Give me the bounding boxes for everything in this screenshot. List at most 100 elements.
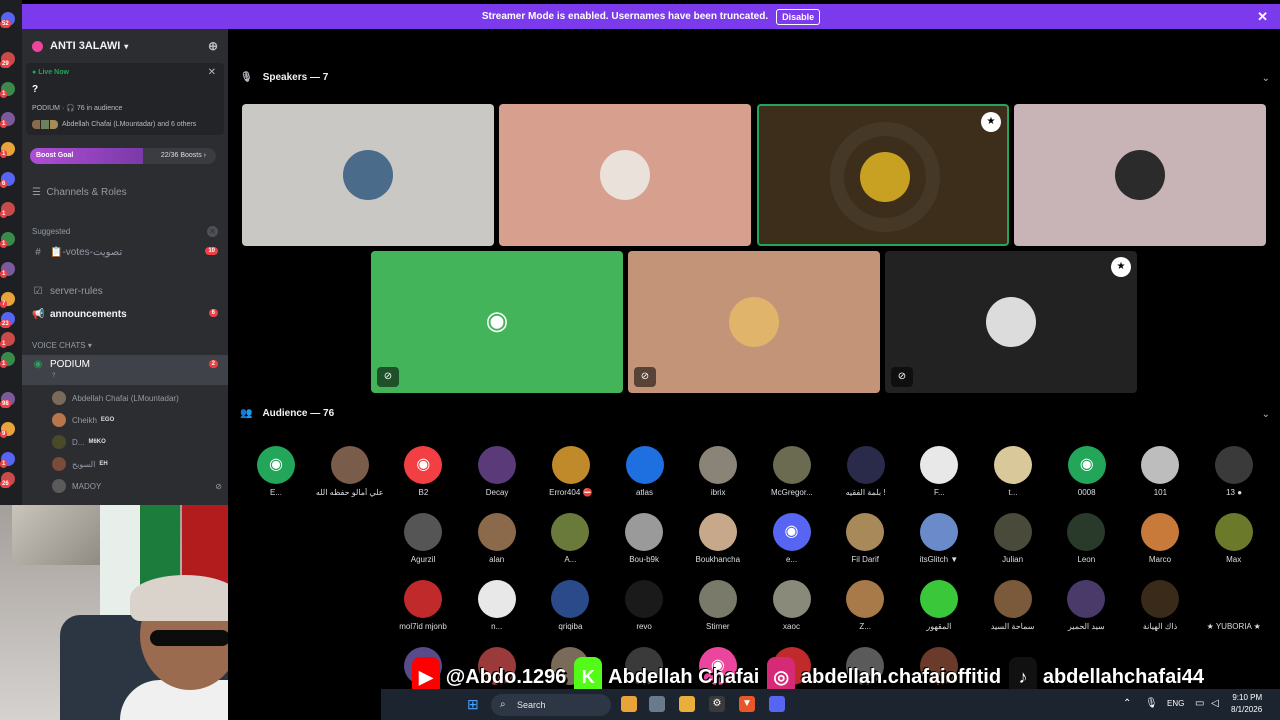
- audience-member[interactable]: ◉ B2: [393, 446, 453, 504]
- audience-member[interactable]: 101: [1130, 446, 1190, 504]
- task-view-icon[interactable]: [649, 696, 665, 712]
- audience-name: Bou-b9k: [629, 555, 659, 564]
- collapse-speakers-icon[interactable]: ⌄: [1262, 73, 1270, 84]
- audience-member[interactable]: ibrix: [688, 446, 748, 504]
- avatar: [625, 580, 664, 618]
- channel-votes[interactable]: # 📋-votes-تصويت 10: [22, 242, 228, 262]
- speaker-tile[interactable]: [242, 104, 494, 246]
- audience-member[interactable]: Marco: [1130, 513, 1190, 571]
- server-badge: 23: [0, 320, 11, 328]
- taskbar-search[interactable]: ⌕ Search: [491, 694, 611, 716]
- audience-member[interactable]: t...: [983, 446, 1043, 504]
- audience-member[interactable]: علي أمالو حفظه الله: [316, 446, 384, 504]
- audience-name: revo: [636, 622, 652, 631]
- channel-server-rules[interactable]: ☑ server-rules: [22, 281, 228, 301]
- audience-member[interactable]: Boukhancha: [688, 513, 748, 571]
- close-icon[interactable]: ✕: [208, 67, 216, 78]
- dismiss-icon[interactable]: ✕: [207, 226, 218, 237]
- speaker-tile[interactable]: ⊘: [628, 251, 880, 393]
- voice-user[interactable]: D... M6KO: [52, 433, 222, 451]
- audience-member[interactable]: Decay: [467, 446, 527, 504]
- audience-member[interactable]: atlas: [615, 446, 675, 504]
- avatar: ◉: [404, 446, 443, 484]
- audience-member[interactable]: Error404 ⛔: [541, 446, 601, 504]
- avatar: [698, 580, 737, 618]
- brave-browser-icon[interactable]: ▼: [739, 696, 755, 712]
- audience-member[interactable]: سيد الحمير: [1056, 580, 1116, 638]
- audience-name: سماحة السيد: [990, 622, 1035, 631]
- speaker-tile[interactable]: ★: [757, 104, 1009, 246]
- audience-member[interactable]: McGregor...: [762, 446, 822, 504]
- audience-member[interactable]: ◉ E...: [246, 446, 306, 504]
- channels-roles-link[interactable]: ☰ Channels & Roles: [32, 187, 127, 198]
- audience-member[interactable]: F...: [909, 446, 969, 504]
- audience-member[interactable]: Agurzil: [393, 513, 453, 571]
- audience-member[interactable]: xaoc: [762, 580, 822, 638]
- voice-user[interactable]: Cheikh EGO: [52, 411, 222, 429]
- language-indicator[interactable]: ENG: [1167, 699, 1184, 708]
- speaker-tile[interactable]: ◉ ⊘: [371, 251, 623, 393]
- server-header[interactable]: ANTI 3ALAWI ▾ ⊕: [22, 29, 228, 63]
- voice-user[interactable]: MADOY ⊘: [52, 477, 222, 495]
- voice-section-label[interactable]: VOICE CHATS ▾: [32, 341, 92, 350]
- audience-member[interactable]: 13 ●: [1204, 446, 1264, 504]
- network-icon[interactable]: ▭: [1195, 698, 1204, 709]
- voice-user-name: Abdellah Chafai (LMountadar): [72, 393, 179, 403]
- voice-channel-podium[interactable]: ◉ PODIUM 2 ?: [22, 355, 228, 385]
- audience-member[interactable]: itsGlitch ▼: [909, 513, 969, 571]
- unread-badge: 6: [208, 309, 218, 317]
- audience-name: ذاك الهيانة: [1142, 622, 1178, 631]
- voice-user[interactable]: Abdellah Chafai (LMountadar): [52, 389, 222, 407]
- social-handle: @Abdo.1296: [445, 665, 567, 688]
- windows-start-icon[interactable]: ⊞: [467, 697, 481, 711]
- audience-member[interactable]: ◉ e...: [762, 513, 822, 571]
- taskbar-clock[interactable]: 9:10 PM 8/1/2026: [1231, 692, 1262, 716]
- audience-member[interactable]: Z...: [835, 580, 895, 638]
- volume-icon[interactable]: ◁: [1211, 698, 1219, 709]
- audience-member[interactable]: Bou-b9k: [614, 513, 674, 571]
- audience-member[interactable]: revo: [614, 580, 674, 638]
- audience-member[interactable]: بلمة الفقيه !: [836, 446, 896, 504]
- speaker-tile[interactable]: [499, 104, 751, 246]
- disable-button[interactable]: Disable: [776, 8, 821, 25]
- add-user-icon[interactable]: ⊕: [208, 39, 218, 53]
- discord-icon[interactable]: [769, 696, 785, 712]
- speaker-tile[interactable]: [1014, 104, 1266, 246]
- server-badge: 52: [0, 20, 11, 28]
- collapse-audience-icon[interactable]: ⌄: [1262, 409, 1270, 420]
- server-badge: 29: [0, 60, 11, 68]
- avatar: [994, 446, 1032, 484]
- audience-member[interactable]: qriqiba: [540, 580, 600, 638]
- audience-member[interactable]: Leon: [1056, 513, 1116, 571]
- close-icon[interactable]: ✕: [1257, 9, 1268, 25]
- audience-member[interactable]: mol7id mjonb: [393, 580, 453, 638]
- voice-channel-sub: ?: [52, 373, 56, 379]
- audience-member[interactable]: Stirner: [688, 580, 748, 638]
- microphone-tray-icon[interactable]: 🎙: [1145, 698, 1158, 709]
- audience-member[interactable]: سماحة السيد: [983, 580, 1043, 638]
- voice-user[interactable]: السويح EH: [52, 455, 222, 473]
- audience-member[interactable]: ◉ 0008: [1057, 446, 1117, 504]
- speaker-tile[interactable]: ★ ⊘: [885, 251, 1137, 393]
- audience-member[interactable]: Max: [1204, 513, 1264, 571]
- audience-member[interactable]: ذاك الهيانة: [1130, 580, 1190, 638]
- channel-announcements[interactable]: 📢 announcements 6: [22, 304, 228, 324]
- live-now-card[interactable]: ● Live Now ✕ ? PODIUM · 🎧 76 in audience…: [26, 63, 224, 135]
- settings-icon[interactable]: ⚙: [709, 696, 725, 712]
- audience-member[interactable]: alan: [467, 513, 527, 571]
- audience-member[interactable]: ★ YUBORIA ★: [1204, 580, 1264, 638]
- boost-goal-bar[interactable]: Boost Goal 22/36 Boosts ›: [30, 148, 216, 164]
- audience-member[interactable]: المقهور: [909, 580, 969, 638]
- streamer-cap: [130, 575, 240, 621]
- taskbar-app-icon[interactable]: [621, 696, 637, 712]
- audience-member[interactable]: n...: [467, 580, 527, 638]
- stage-audience: Abdellah Chafai (LMountadar) and 6 other…: [32, 120, 196, 129]
- audience-member[interactable]: Fil Darif: [835, 513, 895, 571]
- audience-header-label: Audience — 76: [262, 408, 335, 419]
- hashtag-icon: #: [35, 246, 41, 258]
- audience-member[interactable]: Julian: [983, 513, 1043, 571]
- audience-member[interactable]: A...: [540, 513, 600, 571]
- file-explorer-icon[interactable]: [679, 696, 695, 712]
- search-icon: ⌕: [500, 699, 506, 710]
- tray-overflow-icon[interactable]: ⌃: [1123, 698, 1131, 709]
